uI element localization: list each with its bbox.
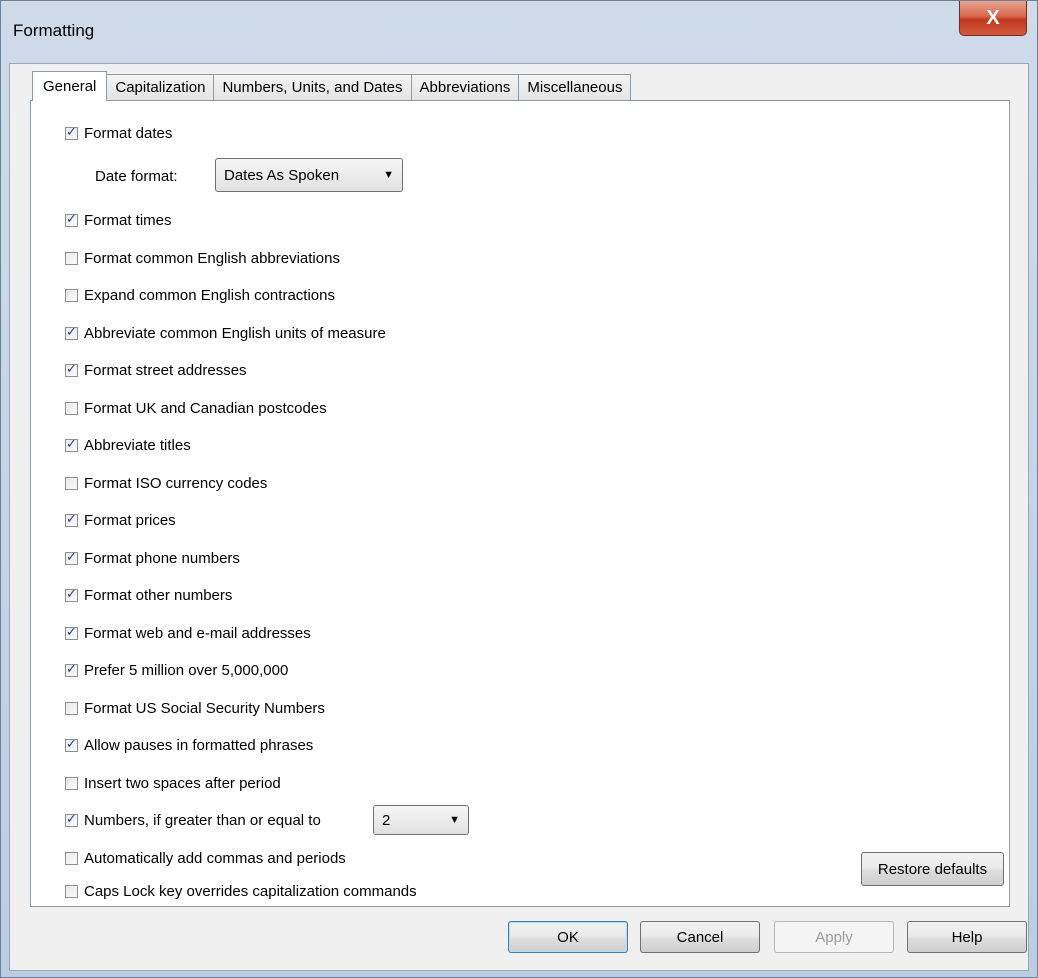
option-caps-lock-overrides[interactable]: Caps Lock key overrides capitalization c… (65, 881, 417, 901)
option-numbers-threshold[interactable]: Numbers, if greater than or equal to (65, 810, 321, 830)
checkbox[interactable] (65, 211, 78, 227)
checkbox[interactable] (65, 736, 78, 752)
checkbox[interactable] (65, 324, 78, 340)
option-format-common-abbreviations[interactable]: Format common English abbreviations (65, 248, 340, 268)
dialog-body: General Capitalization Numbers, Units, a… (9, 63, 1029, 971)
option-label: Format UK and Canadian postcodes (84, 399, 327, 417)
checkbox[interactable] (65, 401, 78, 415)
formatting-dialog: Formatting X General Capitalization Numb… (0, 0, 1038, 978)
option-format-other-numbers[interactable]: Format other numbers (65, 585, 232, 605)
restore-defaults-button[interactable]: Restore defaults (861, 852, 1004, 886)
checkbox[interactable] (65, 811, 78, 827)
option-prefer-5-million[interactable]: Prefer 5 million over 5,000,000 (65, 660, 288, 680)
option-format-street-addresses[interactable]: Format street addresses (65, 360, 247, 380)
option-format-dates[interactable]: Format dates (65, 123, 172, 143)
button-label: Apply (815, 928, 853, 946)
date-format-value: Dates As Spoken (224, 166, 340, 184)
date-format-label: Date format: (95, 168, 178, 185)
checkbox[interactable] (65, 624, 78, 640)
cancel-button[interactable]: Cancel (640, 921, 760, 953)
checkbox[interactable] (65, 361, 78, 377)
tab-label: Miscellaneous (527, 79, 623, 96)
button-label: Restore defaults (877, 860, 988, 878)
option-abbreviate-titles[interactable]: Abbreviate titles (65, 435, 191, 455)
checkbox[interactable] (65, 124, 78, 140)
option-auto-commas-periods[interactable]: Automatically add commas and periods (65, 848, 346, 868)
window-title: Formatting (13, 21, 95, 40)
close-button[interactable]: X (959, 1, 1027, 36)
ok-button[interactable]: OK (508, 921, 628, 953)
date-format-select[interactable]: Dates As Spoken ▼ (215, 158, 403, 192)
checkbox[interactable] (65, 884, 78, 898)
option-format-iso-currency[interactable]: Format ISO currency codes (65, 473, 267, 493)
tab-general[interactable]: General (32, 71, 108, 101)
checkbox[interactable] (65, 436, 78, 452)
option-label: Format phone numbers (84, 549, 240, 567)
option-format-web-email[interactable]: Format web and e-mail addresses (65, 623, 311, 643)
option-label: Abbreviate titles (84, 436, 191, 454)
option-format-postcodes[interactable]: Format UK and Canadian postcodes (65, 398, 327, 418)
option-label: Caps Lock key overrides capitalization c… (84, 882, 417, 900)
checkbox[interactable] (65, 549, 78, 565)
tab-miscellaneous[interactable]: Miscellaneous (518, 74, 632, 100)
button-label: Help (951, 928, 983, 946)
checkbox[interactable] (65, 476, 78, 490)
option-label: Format common English abbreviations (84, 249, 340, 267)
option-label: Format times (84, 211, 172, 229)
tab-abbreviations[interactable]: Abbreviations (410, 74, 520, 100)
option-format-phone-numbers[interactable]: Format phone numbers (65, 548, 240, 568)
option-label: Abbreviate common English units of measu… (84, 324, 386, 342)
chevron-down-icon: ▼ (449, 814, 460, 826)
checkbox[interactable] (65, 661, 78, 677)
button-label: OK (557, 928, 579, 946)
option-label: Numbers, if greater than or equal to (84, 811, 321, 829)
checkbox[interactable] (65, 586, 78, 602)
checkbox[interactable] (65, 851, 78, 865)
option-label: Format ISO currency codes (84, 474, 268, 492)
option-format-times[interactable]: Format times (65, 210, 172, 230)
option-label: Allow pauses in formatted phrases (84, 736, 314, 754)
option-label: Format web and e-mail addresses (84, 624, 311, 642)
tab-numbers-units-dates[interactable]: Numbers, Units, and Dates (213, 74, 412, 100)
option-abbreviate-units[interactable]: Abbreviate common English units of measu… (65, 323, 386, 343)
title-bar[interactable]: Formatting X (1, 1, 1037, 63)
option-label: Insert two spaces after period (84, 774, 281, 792)
tab-label: Capitalization (115, 79, 206, 96)
general-tab-panel: Format dates Date format: Dates As Spoke… (30, 100, 1010, 907)
option-label: Automatically add commas and periods (84, 849, 346, 867)
checkbox[interactable] (65, 288, 78, 302)
tab-capitalization[interactable]: Capitalization (106, 74, 215, 100)
checkbox[interactable] (65, 701, 78, 715)
checkbox[interactable] (65, 776, 78, 790)
tab-label: Abbreviations (419, 79, 511, 96)
close-icon: X (986, 6, 1000, 29)
option-label: Format dates (84, 124, 173, 142)
option-format-prices[interactable]: Format prices (65, 510, 176, 530)
checkbox[interactable] (65, 251, 78, 265)
option-label: Prefer 5 million over 5,000,000 (84, 661, 289, 679)
tab-strip: General Capitalization Numbers, Units, a… (32, 71, 632, 101)
option-label: Format prices (84, 511, 176, 529)
option-label: Format other numbers (84, 586, 233, 604)
option-label: Format US Social Security Numbers (84, 699, 325, 717)
help-button[interactable]: Help (907, 921, 1027, 953)
numbers-threshold-value: 2 (382, 811, 391, 829)
option-format-ssn[interactable]: Format US Social Security Numbers (65, 698, 325, 718)
option-two-spaces-after-period[interactable]: Insert two spaces after period (65, 773, 281, 793)
tab-label: Numbers, Units, and Dates (222, 79, 403, 96)
numbers-threshold-select[interactable]: 2 ▼ (373, 805, 469, 835)
button-label: Cancel (676, 928, 724, 946)
chevron-down-icon: ▼ (383, 169, 394, 181)
apply-button[interactable]: Apply (774, 921, 894, 953)
tab-label: General (43, 78, 97, 95)
option-label: Expand common English contractions (84, 286, 335, 304)
checkbox[interactable] (65, 511, 78, 527)
option-label: Format street addresses (84, 361, 247, 379)
option-expand-contractions[interactable]: Expand common English contractions (65, 285, 335, 305)
option-allow-pauses[interactable]: Allow pauses in formatted phrases (65, 735, 313, 755)
